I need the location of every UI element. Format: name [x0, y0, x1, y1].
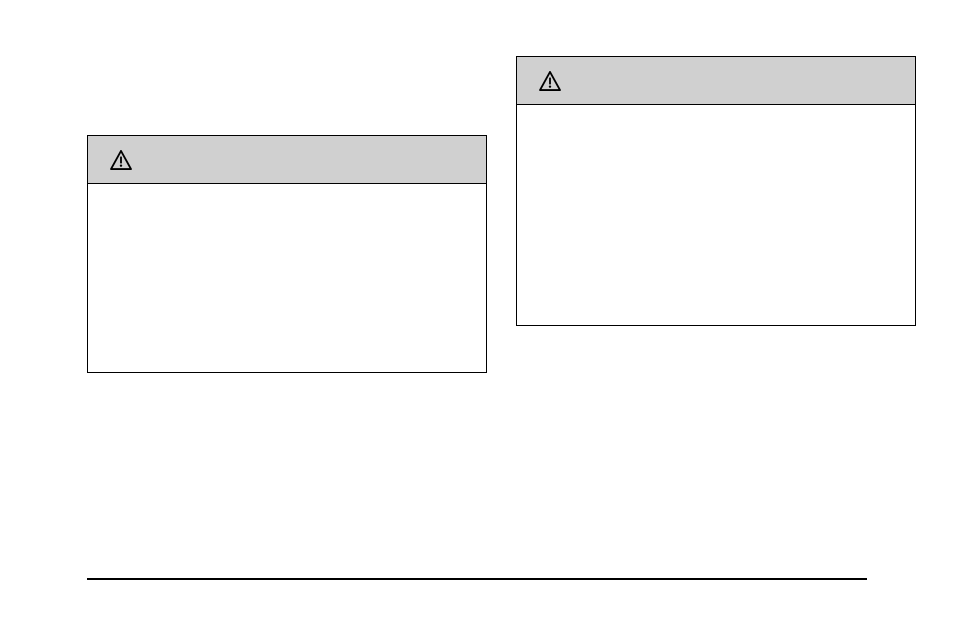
- warning-box-right: [516, 56, 916, 326]
- horizontal-rule: [87, 578, 867, 580]
- warning-box-right-header: [517, 57, 915, 105]
- warning-box-left-header: [88, 136, 486, 184]
- document-page: [0, 0, 954, 636]
- warning-triangle-icon: [539, 71, 561, 91]
- warning-box-left: [87, 135, 487, 373]
- warning-triangle-icon: [110, 150, 132, 170]
